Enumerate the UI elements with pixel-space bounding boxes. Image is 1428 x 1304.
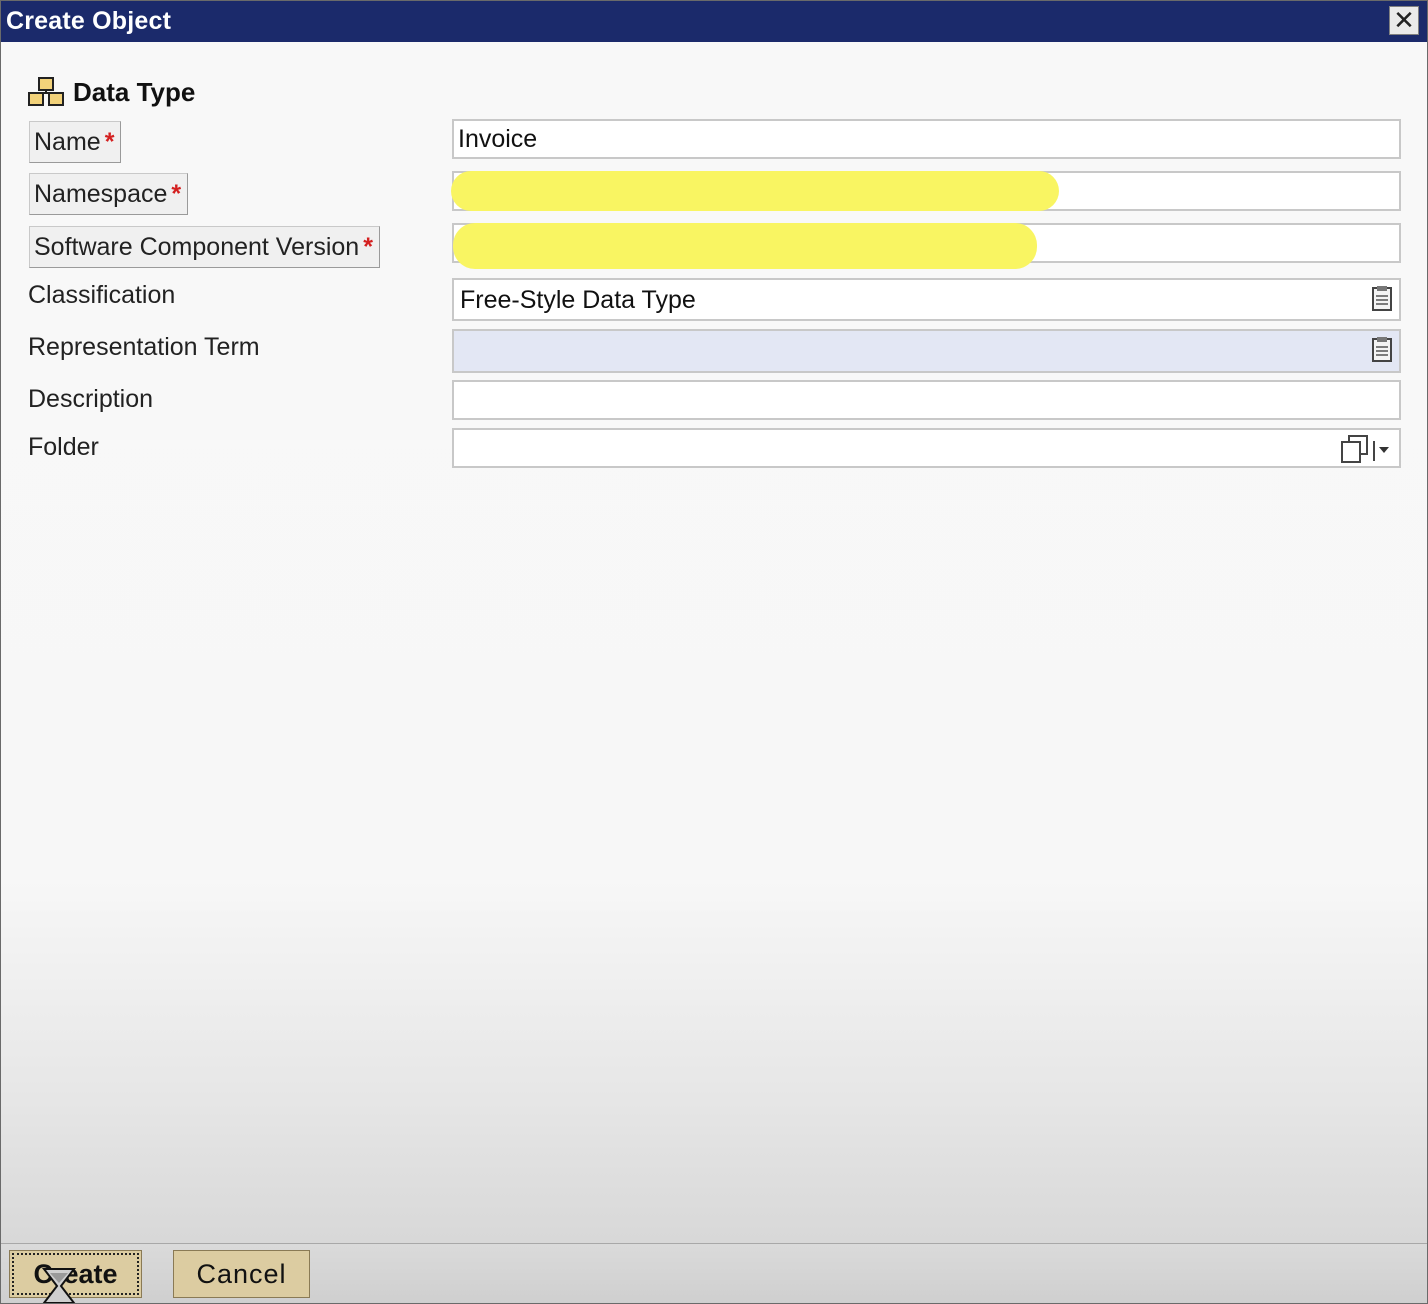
object-type-header: Data Type xyxy=(27,75,195,109)
object-type-label: Data Type xyxy=(73,76,196,107)
description-label: Description xyxy=(28,385,154,413)
close-icon: ✕ xyxy=(1393,5,1415,35)
name-label-text: Name xyxy=(34,128,101,156)
required-marker: * xyxy=(171,180,182,208)
description-input[interactable] xyxy=(452,380,1401,420)
software-component-version-label: Software Component Version * xyxy=(29,226,380,268)
value-help-icon[interactable] xyxy=(1371,285,1393,312)
required-marker: * xyxy=(104,128,115,156)
required-marker: * xyxy=(363,233,373,261)
create-object-dialog: Create Object ✕ Data Type Name * Invoice … xyxy=(0,0,1428,1304)
title-bar: Create Object ✕ xyxy=(1,1,1427,42)
software-component-version-label-text: Software Component Version xyxy=(34,233,360,261)
classification-value: Free-Style Data Type xyxy=(460,286,696,314)
dialog-footer: Create Cancel xyxy=(1,1243,1427,1303)
value-help-icon[interactable] xyxy=(1371,336,1393,363)
redaction-mark xyxy=(451,171,1059,211)
close-button[interactable]: ✕ xyxy=(1389,6,1419,35)
cancel-button[interactable]: Cancel xyxy=(173,1250,310,1298)
name-value: Invoice xyxy=(458,125,538,153)
representation-term-select[interactable] xyxy=(452,329,1401,373)
namespace-label-text: Namespace xyxy=(34,180,168,208)
folder-label: Folder xyxy=(28,433,99,461)
classification-label: Classification xyxy=(28,281,176,309)
folder-select[interactable] xyxy=(452,428,1401,468)
name-input[interactable]: Invoice xyxy=(452,119,1401,159)
data-type-icon xyxy=(28,77,64,106)
dialog-title: Create Object xyxy=(6,7,172,35)
redaction-mark xyxy=(453,223,1037,269)
namespace-label: Namespace * xyxy=(29,173,189,215)
name-label: Name * xyxy=(29,121,122,163)
representation-term-label: Representation Term xyxy=(28,333,260,361)
create-button[interactable]: Create xyxy=(9,1250,142,1298)
classification-select[interactable]: Free-Style Data Type xyxy=(452,278,1401,321)
folder-select-icon[interactable] xyxy=(1339,433,1393,465)
